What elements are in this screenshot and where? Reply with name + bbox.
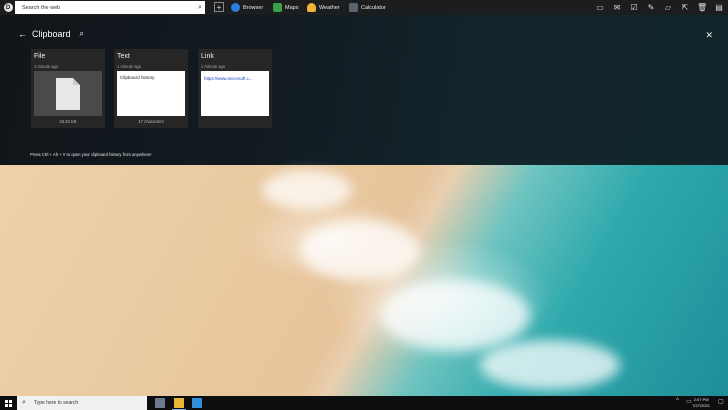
quick-link-calculator[interactable]: Calculator <box>349 1 386 14</box>
checklist-icon[interactable]: ☑ <box>629 3 639 12</box>
add-link-button[interactable]: + <box>214 2 224 12</box>
weather-icon <box>307 3 316 12</box>
edit-icon[interactable]: ✎ <box>646 3 656 12</box>
clipboard-item-file[interactable]: File 1 minute ago 26.63 KB <box>31 49 105 128</box>
clipboard-title: Clipboard <box>32 29 71 39</box>
mail-icon[interactable] <box>192 398 202 408</box>
document-icon <box>56 77 80 110</box>
share-icon[interactable]: ⇱ <box>680 3 690 12</box>
search-icon[interactable]: ⌕ <box>195 4 205 12</box>
browser-icon <box>231 3 240 12</box>
link-preview: https://www.microsoft.c... <box>201 71 269 116</box>
wave-foam <box>262 170 352 210</box>
app-logo-icon[interactable]: D <box>1 1 15 15</box>
folder-icon[interactable]: ▱ <box>663 3 673 12</box>
taskbar-clock[interactable]: 2:07 PM 7/27/2021 <box>692 397 710 409</box>
task-view-icon[interactable] <box>155 398 165 408</box>
battery-icon[interactable]: ▭ <box>595 3 605 12</box>
calculator-icon <box>349 3 358 12</box>
maps-icon <box>273 3 282 12</box>
top-right-tools: ▭ ✉ ☑ ✎ ▱ ⇱ 🗑 ▤ <box>595 1 724 14</box>
item-time: 1 minute ago <box>117 64 142 69</box>
back-arrow-icon[interactable]: ← <box>18 29 27 39</box>
item-type: File <box>34 53 46 60</box>
wave-foam <box>480 340 620 390</box>
clipboard-hint: Press Ctrl + Alt + V to open your clipbo… <box>30 152 152 157</box>
quick-link-maps[interactable]: Maps <box>273 1 298 14</box>
clock-date: 7/27/2021 <box>692 403 710 408</box>
clipboard-icon[interactable]: ▤ <box>714 3 724 12</box>
clipboard-header: ← Clipboard ⌕ <box>18 29 84 39</box>
file-explorer-icon[interactable] <box>174 398 184 408</box>
item-footer: 17 characters <box>138 119 164 124</box>
wave-foam <box>380 280 530 350</box>
item-time: 1 minute ago <box>201 64 226 69</box>
search-icon[interactable]: ⌕ <box>80 29 84 39</box>
file-preview <box>34 71 102 116</box>
clipboard-item-text[interactable]: Text 1 minute ago Clipboard history 17 c… <box>114 49 188 128</box>
trash-icon[interactable]: 🗑 <box>697 3 707 12</box>
windows-logo-icon <box>4 399 12 407</box>
text-preview: Clipboard history <box>117 71 185 116</box>
clipboard-panel <box>0 15 728 165</box>
taskbar-search-input[interactable]: Type here to search <box>34 400 78 406</box>
item-type: Link <box>201 53 214 60</box>
close-icon[interactable]: ✕ <box>705 30 713 41</box>
item-type: Text <box>117 53 130 60</box>
taskbar-search-box[interactable]: ⌕ Type here to search <box>17 396 147 410</box>
quick-link-weather[interactable]: Weather <box>307 1 340 14</box>
chevron-up-icon[interactable]: ^ <box>676 398 679 404</box>
notification-center-icon[interactable]: ▢ <box>718 398 724 405</box>
item-time: 1 minute ago <box>34 64 59 69</box>
clipboard-item-link[interactable]: Link 1 minute ago https://www.microsoft.… <box>198 49 272 128</box>
notifications-icon[interactable]: ✉ <box>612 3 622 12</box>
wave-foam <box>300 220 420 280</box>
network-icon[interactable]: ▭ <box>686 398 692 405</box>
item-footer: 26.63 KB <box>59 119 77 124</box>
web-search-box[interactable]: Search the web ⌕ <box>15 1 205 14</box>
quick-link-browser[interactable]: Browser <box>231 1 263 14</box>
search-icon: ⌕ <box>22 399 26 406</box>
web-search-input[interactable]: Search the web <box>22 5 195 11</box>
start-button[interactable] <box>0 396 16 410</box>
